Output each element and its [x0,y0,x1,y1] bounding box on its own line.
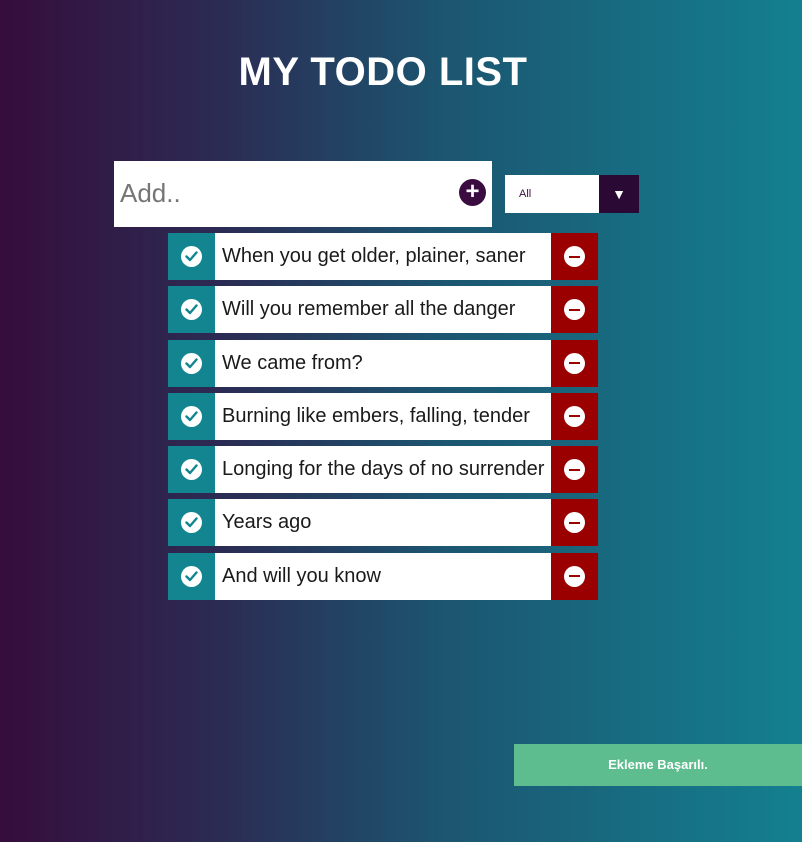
check-circle-icon [181,512,202,534]
todo-item: And will you know [168,552,598,600]
todo-text: And will you know [222,564,381,587]
complete-button[interactable] [168,446,215,494]
delete-button[interactable] [551,499,598,547]
filter-selected-value: All [519,188,532,200]
todo-item: Burning like embers, falling, tender [168,392,598,440]
complete-button[interactable] [168,339,215,387]
check-circle-icon [181,405,202,427]
check-circle-icon [181,565,202,587]
todo-text: Longing for the days of no surrender [222,458,545,481]
todo-item: When you get older, plainer, saner [168,233,598,280]
delete-button[interactable] [551,286,598,334]
minus-circle-icon [564,459,585,481]
delete-button[interactable] [551,446,598,494]
add-button[interactable]: + [459,179,486,206]
todo-text: Years ago [222,511,312,534]
complete-button[interactable] [168,552,215,600]
add-form: + [114,161,492,227]
caret-down-icon[interactable]: ▼ [599,175,639,213]
filter-select[interactable]: All ▼ [505,175,639,213]
complete-button[interactable] [168,499,215,547]
delete-button[interactable] [551,552,598,600]
plus-circle-icon: + [465,178,480,205]
minus-circle-icon [564,299,585,321]
minus-circle-icon [564,512,585,534]
minus-circle-icon [564,405,585,427]
complete-button[interactable] [168,286,215,334]
todo-item: Years ago [168,499,598,547]
minus-circle-icon [564,352,585,374]
minus-circle-icon [564,246,585,267]
delete-button[interactable] [551,392,598,440]
minus-circle-icon [564,565,585,587]
todo-text: We came from? [222,351,363,374]
todo-text: Will you remember all the danger [222,298,516,321]
success-toast: Ekleme Başarılı. [514,744,802,786]
todo-text: When you get older, plainer, saner [222,245,526,267]
todo-item: We came from? [168,339,598,387]
delete-button[interactable] [551,233,598,280]
check-circle-icon [181,352,202,374]
todo-item: Longing for the days of no surrender [168,446,598,494]
todo-list: When you get older, plainer, saner Will … [168,233,598,606]
page-title: MY TODO LIST [238,50,528,94]
check-circle-icon [181,299,202,321]
complete-button[interactable] [168,233,215,280]
check-circle-icon [181,459,202,481]
complete-button[interactable] [168,392,215,440]
delete-button[interactable] [551,339,598,387]
check-circle-icon [181,246,202,267]
todo-text: Burning like embers, falling, tender [222,404,530,427]
todo-item: Will you remember all the danger [168,286,598,334]
add-todo-input[interactable] [120,171,450,215]
